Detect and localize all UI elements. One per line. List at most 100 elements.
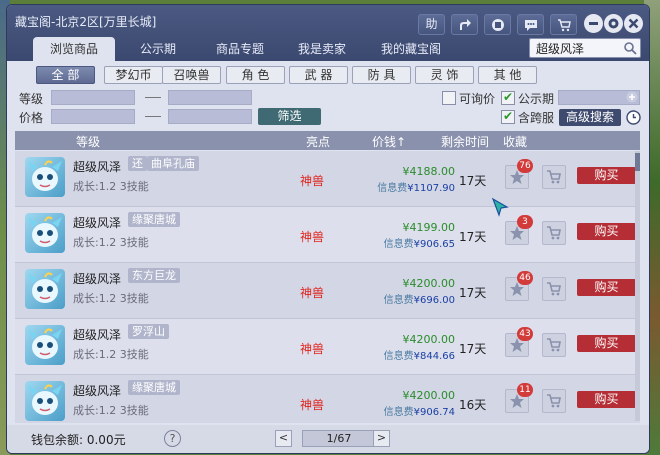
buy-button[interactable]: 购买 [577,223,636,240]
buy-button[interactable]: 购买 [577,279,636,296]
level-min-input[interactable] [51,90,135,105]
cross-server-label: 含跨服 [518,111,555,125]
info-fee: 信息费¥906.74 [367,403,455,418]
cart-icon [547,226,561,240]
public-label: 公示期 [518,92,555,106]
server-select[interactable] [558,90,640,105]
info-fee-label: 信息费 [383,407,414,418]
add-to-cart-button[interactable] [542,221,566,245]
info-fee-value: ¥844.66 [413,351,455,362]
level-dash [145,97,161,98]
info-fee-value: ¥1107.90 [407,183,455,194]
pet-price: ¥4200.00 [402,333,456,346]
header-level: 等级 [76,135,101,149]
pet-name[interactable]: 超级风泽 [73,158,121,175]
add-to-cart-button[interactable] [542,165,566,189]
pet-growth: 成长:1.2 3技能 [73,292,149,305]
category-coin[interactable]: 梦幻币 [104,66,163,84]
pet-type: 神兽 [300,230,325,244]
buy-button[interactable]: 购买 [577,391,636,408]
favorite-count: 43 [517,327,533,341]
pet-tag: 缘聚唐城 [128,380,180,395]
scrollbar-thumb[interactable] [635,153,640,171]
tab-browse[interactable]: 浏览商品 [33,37,115,61]
pet-name[interactable]: 超级风泽 [73,382,121,399]
category-summon[interactable]: 召唤兽 [162,66,221,84]
help-button[interactable]: 助 [418,14,445,35]
pet-name[interactable]: 超级风泽 [73,214,121,231]
public-checkbox[interactable]: ✔ [501,91,515,105]
pet-name[interactable]: 超级风泽 [73,326,121,343]
cart-icon [547,170,561,184]
cart-icon [547,338,561,352]
close-button[interactable] [624,14,643,33]
next-page-button[interactable]: > [373,430,390,447]
pet-icon [28,328,62,359]
chat-button[interactable] [517,14,544,35]
tab-topics[interactable]: 商品专题 [199,37,281,61]
pet-price: ¥4200.00 [402,277,456,290]
pet-avatar [25,381,65,421]
header-remaining[interactable]: 剩余时间 [441,133,489,150]
pet-name[interactable]: 超级风泽 [73,270,121,287]
search-icon[interactable] [623,41,637,55]
category-armor[interactable]: 防 具 [352,66,411,84]
cross-server-checkbox[interactable]: ✔ [501,110,515,124]
add-to-cart-button[interactable] [542,389,566,413]
category-role[interactable]: 角 色 [226,66,285,84]
pet-type: 神兽 [300,398,325,412]
add-icon [626,91,638,103]
category-weapon[interactable]: 武 器 [289,66,348,84]
share-button[interactable] [451,14,478,35]
tab-public[interactable]: 公示期 [117,37,199,61]
advanced-search-button[interactable]: 高级搜索 [559,109,621,126]
remaining-days: 17天 [459,286,487,300]
scrollbar[interactable] [635,151,640,421]
price-max-input[interactable] [168,109,252,124]
info-fee-label: 信息费 [377,183,408,194]
help-icon[interactable]: ? [164,430,181,447]
settings-button[interactable] [604,14,623,33]
pet-icon [28,160,62,191]
favorite-count: 76 [517,159,533,173]
filter-button[interactable]: 筛选 [258,108,321,125]
tab-seller[interactable]: 我是卖家 [281,37,363,61]
cart-button[interactable] [550,14,577,35]
remaining-days: 17天 [459,174,487,188]
close-icon [628,18,639,29]
info-fee-label: 信息费 [383,239,414,250]
remaining-days: 17天 [459,342,487,356]
buy-button[interactable]: 购买 [577,167,636,184]
record-button[interactable] [484,14,511,35]
add-to-cart-button[interactable] [542,277,566,301]
header-price[interactable]: 价钱↑ [372,133,406,150]
tab-my-treasure[interactable]: 我的藏宝阁 [363,37,459,61]
pet-avatar [25,325,65,365]
pet-price: ¥4188.00 [402,165,456,178]
search-input[interactable]: 超级风泽 [529,38,641,58]
price-min-input[interactable] [51,109,135,124]
header-highlight: 亮点 [306,135,331,149]
prev-page-button[interactable]: < [275,430,292,447]
category-accessory[interactable]: 灵 饰 [415,66,474,84]
info-fee: 信息费¥906.65 [367,235,455,250]
header-favorite: 收藏 [503,135,528,149]
cursor-icon [491,197,509,217]
category-all[interactable]: 全 部 [36,66,95,84]
pet-growth: 成长:1.2 3技能 [73,180,149,193]
minimize-button[interactable] [584,14,603,33]
pet-growth: 成长:1.2 3技能 [73,404,149,417]
info-fee-value: ¥906.65 [413,239,455,250]
buy-button[interactable]: 购买 [577,335,636,352]
clock-icon[interactable] [626,110,641,125]
add-to-cart-button[interactable] [542,333,566,357]
info-fee-label: 信息费 [383,351,414,362]
cart-icon [547,394,561,408]
category-other[interactable]: 其 他 [478,66,537,84]
pet-tag: 缘聚唐城 [128,212,180,227]
pet-growth: 成长:1.2 3技能 [73,236,149,249]
pet-tag: 罗浮山 [128,324,169,339]
pet-tag: 还 [128,156,147,171]
level-max-input[interactable] [168,90,252,105]
inquiry-checkbox[interactable] [442,91,456,105]
